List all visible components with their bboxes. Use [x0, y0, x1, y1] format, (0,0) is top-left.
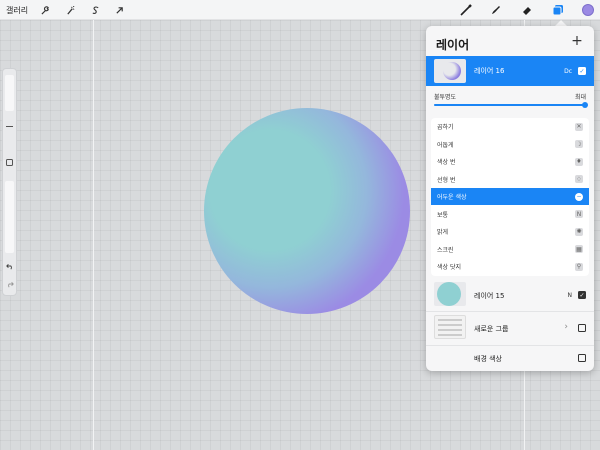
layer-name: 레이어 16 — [474, 67, 505, 75]
blend-mode-item[interactable]: 보통 N — [431, 206, 589, 223]
blend-mode-label: 선형 번 — [437, 176, 456, 184]
add-layer-button[interactable]: + — [570, 34, 584, 48]
brush-icon[interactable] — [458, 0, 474, 20]
undo-icon[interactable] — [3, 259, 16, 273]
background-color-label: 배경 색상 — [474, 355, 502, 363]
group-thumbnail — [434, 315, 466, 339]
eyedropper-button[interactable] — [3, 119, 16, 133]
sun-icon: ✺ — [575, 227, 583, 236]
blend-mode-item[interactable]: 색상 닷지 ⚲ — [431, 258, 589, 275]
blend-mode-label: 색상 번 — [437, 159, 456, 166]
panel-title: 레이어 — [436, 38, 470, 52]
brush-size-slider[interactable] — [5, 75, 14, 111]
canvas-guide-left — [93, 20, 94, 450]
painted-circle — [204, 108, 410, 314]
visibility-checkbox[interactable] — [578, 354, 586, 362]
blend-mode-item[interactable]: 곱하기 ✕ — [431, 118, 589, 135]
multiply-icon: ✕ — [575, 122, 583, 131]
blend-mode-list: 곱하기 ✕ 어둡게 ☽ 색상 번 ♦ 선형 번 ♢ 어두운 색상 − 보통 N 밝게 ✺ 스크린 ▦ 색상 닷지… — [431, 118, 589, 276]
blend-mode-label: 곱하기 — [437, 124, 454, 131]
left-sidebar — [2, 68, 17, 296]
layers-icon[interactable] — [550, 0, 566, 20]
wrench-icon[interactable] — [38, 0, 52, 20]
layer-row[interactable]: 레이어 15 N ✓ — [426, 279, 594, 311]
visibility-checkbox[interactable]: ✓ — [578, 67, 586, 75]
dodge-icon: ⚲ — [575, 262, 583, 271]
blend-mode-label: 색상 닷지 — [437, 264, 461, 271]
n-box-icon: N — [575, 210, 583, 218]
layer-thumbnail — [434, 59, 466, 83]
smudge-icon[interactable] — [488, 0, 504, 20]
eraser-icon[interactable] — [519, 0, 535, 20]
moon-icon: ☽ — [575, 140, 583, 148]
blend-mode-badge[interactable]: Dc — [564, 68, 572, 75]
opacity-slider-fill — [434, 104, 586, 106]
selection-s-icon[interactable] — [88, 0, 102, 20]
magic-wand-icon[interactable] — [63, 0, 77, 20]
top-toolbar: 갤러리 — [0, 0, 600, 20]
blend-mode-item[interactable]: 밝게 ✺ — [431, 223, 589, 240]
blend-mode-item[interactable]: 어두운 색상 − — [431, 188, 589, 205]
gallery-button[interactable]: 갤러리 — [6, 0, 28, 20]
opacity-label: 불투명도 — [434, 94, 457, 101]
opacity-value: 최대 — [574, 94, 586, 101]
blend-mode-label: 어둡게 — [437, 141, 454, 149]
layers-panel: 레이어 + 레이어 16 Dc ✓ 불투명도 최대 곱하기 ✕ 어둡게 ☽ 색상 번 ♦ 선… — [426, 26, 594, 371]
layer-thumbnail — [434, 282, 466, 306]
chevron-right-icon[interactable]: › — [564, 322, 568, 332]
blend-mode-badge[interactable]: N — [568, 292, 573, 299]
modify-button[interactable] — [3, 155, 16, 169]
blend-mode-item[interactable]: 어둡게 ☽ — [431, 136, 589, 153]
opacity-slider-knob[interactable] — [582, 102, 588, 108]
minus-circle-icon: − — [575, 192, 583, 201]
layer-name: 레이어 15 — [474, 292, 505, 300]
visibility-checkbox[interactable] — [578, 324, 586, 332]
opacity-slider[interactable] — [5, 181, 14, 253]
color-swatch[interactable] — [580, 0, 596, 20]
blend-mode-item[interactable]: 스크린 ▦ — [431, 241, 589, 258]
blend-mode-label: 밝게 — [437, 229, 449, 236]
blend-mode-item[interactable]: 색상 번 ♦ — [431, 153, 589, 170]
blend-mode-label: 스크린 — [437, 246, 454, 254]
group-row[interactable]: 새로운 그룹 › — [426, 312, 594, 344]
flame-small-icon: ♢ — [575, 175, 583, 183]
blend-mode-label: 어두운 색상 — [437, 194, 467, 201]
move-arrow-icon[interactable] — [112, 0, 126, 20]
background-color-row[interactable]: 배경 색상 — [426, 346, 594, 370]
blend-mode-item[interactable]: 선형 번 ♢ — [431, 171, 589, 188]
screen-grid-icon: ▦ — [575, 245, 583, 253]
opacity-control: 불투명도 최대 — [434, 92, 588, 112]
flame-icon: ♦ — [575, 157, 583, 166]
redo-icon[interactable] — [3, 277, 16, 291]
group-name: 새로운 그룹 — [474, 325, 509, 333]
layer-row-active[interactable]: 레이어 16 Dc ✓ — [426, 56, 594, 86]
visibility-checkbox[interactable]: ✓ — [578, 291, 586, 299]
opacity-slider-track[interactable] — [434, 102, 588, 108]
blend-mode-label: 보통 — [437, 211, 449, 219]
